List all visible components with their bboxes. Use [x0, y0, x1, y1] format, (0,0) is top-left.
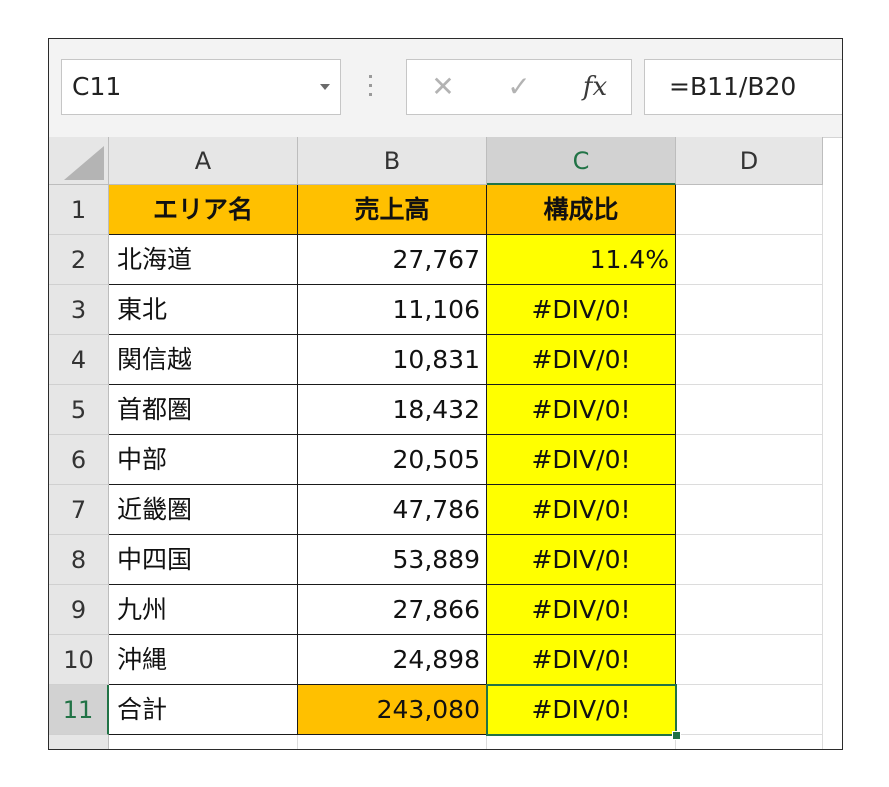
cell-d3[interactable] — [676, 285, 823, 335]
column-header-b[interactable]: B — [298, 137, 487, 185]
cell-partial-d[interactable] — [676, 735, 823, 749]
formula-bar: C11 ✕ ✓ fx =B11/B20 — [49, 39, 842, 138]
cell-b3[interactable]: 11,106 — [298, 285, 487, 335]
cell-b7[interactable]: 47,786 — [298, 485, 487, 535]
cell-a5[interactable]: 首都圏 — [109, 385, 298, 435]
cell-a1[interactable]: エリア名 — [109, 185, 298, 235]
cell-c8[interactable]: #DIV/0! — [487, 535, 676, 585]
cell-b9[interactable]: 27,866 — [298, 585, 487, 635]
cell-c1[interactable]: 構成比 — [487, 185, 676, 235]
cell-b4[interactable]: 10,831 — [298, 335, 487, 385]
cell-a7[interactable]: 近畿圏 — [109, 485, 298, 535]
cell-c7[interactable]: #DIV/0! — [487, 485, 676, 535]
row-header-4[interactable]: 4 — [49, 335, 109, 385]
column-header-d[interactable]: D — [676, 137, 823, 185]
cell-c6[interactable]: #DIV/0! — [487, 435, 676, 485]
cell-partial-c[interactable] — [487, 735, 676, 749]
column-header-a[interactable]: A — [109, 137, 298, 185]
cell-c9[interactable]: #DIV/0! — [487, 585, 676, 635]
row-header-1[interactable]: 1 — [49, 185, 109, 235]
cell-d8[interactable] — [676, 535, 823, 585]
formula-input[interactable]: =B11/B20 — [644, 59, 842, 115]
row-header-3[interactable]: 3 — [49, 285, 109, 335]
cell-a9[interactable]: 九州 — [109, 585, 298, 635]
row-header-2[interactable]: 2 — [49, 235, 109, 285]
cell-partial-b[interactable] — [298, 735, 487, 749]
formula-buttons: ✕ ✓ fx — [406, 59, 632, 115]
cell-a6[interactable]: 中部 — [109, 435, 298, 485]
row-header-9[interactable]: 9 — [49, 585, 109, 635]
select-all-icon — [64, 146, 104, 180]
select-all-button[interactable] — [49, 137, 109, 185]
cell-d1[interactable] — [676, 185, 823, 235]
enter-icon[interactable]: ✓ — [489, 60, 549, 114]
row-header-10[interactable]: 10 — [49, 635, 109, 685]
cell-c2[interactable]: 11.4% — [487, 235, 676, 285]
cell-b8[interactable]: 53,889 — [298, 535, 487, 585]
cell-a3[interactable]: 東北 — [109, 285, 298, 335]
cell-b6[interactable]: 20,505 — [298, 435, 487, 485]
cell-c3[interactable]: #DIV/0! — [487, 285, 676, 335]
row-header-7[interactable]: 7 — [49, 485, 109, 535]
cell-c4[interactable]: #DIV/0! — [487, 335, 676, 385]
row-header-partial[interactable] — [49, 735, 109, 749]
row-header-11[interactable]: 11 — [49, 685, 109, 735]
cell-a10[interactable]: 沖縄 — [109, 635, 298, 685]
cell-partial-a[interactable] — [109, 735, 298, 749]
cell-d5[interactable] — [676, 385, 823, 435]
cell-b5[interactable]: 18,432 — [298, 385, 487, 435]
cell-a2[interactable]: 北海道 — [109, 235, 298, 285]
formula-value: =B11/B20 — [669, 72, 797, 101]
cell-b2[interactable]: 27,767 — [298, 235, 487, 285]
name-box[interactable]: C11 — [61, 59, 341, 115]
cell-c11[interactable]: #DIV/0! — [487, 685, 676, 735]
cell-b1[interactable]: 売上高 — [298, 185, 487, 235]
row-header-8[interactable]: 8 — [49, 535, 109, 585]
cell-c5[interactable]: #DIV/0! — [487, 385, 676, 435]
insert-function-button[interactable]: fx — [565, 60, 625, 114]
cell-d11[interactable] — [676, 685, 823, 735]
cell-a4[interactable]: 関信越 — [109, 335, 298, 385]
cell-d9[interactable] — [676, 585, 823, 635]
cell-a11[interactable]: 合計 — [109, 685, 298, 735]
cancel-icon[interactable]: ✕ — [413, 60, 473, 114]
name-box-value: C11 — [72, 72, 122, 101]
row-header-5[interactable]: 5 — [49, 385, 109, 435]
cell-d2[interactable] — [676, 235, 823, 285]
cell-c10[interactable]: #DIV/0! — [487, 635, 676, 685]
excel-window: C11 ✕ ✓ fx =B11/B20 A B C D 1 エリア名 売上高 構成比 2 北海道 2… — [48, 38, 843, 750]
cell-b11[interactable]: 243,080 — [298, 685, 487, 735]
row-header-6[interactable]: 6 — [49, 435, 109, 485]
column-header-c[interactable]: C — [487, 137, 676, 185]
drag-handle-icon[interactable] — [369, 75, 373, 99]
chevron-down-icon[interactable] — [320, 84, 330, 90]
fill-handle[interactable] — [672, 731, 681, 740]
cell-d7[interactable] — [676, 485, 823, 535]
cell-d4[interactable] — [676, 335, 823, 385]
cell-d6[interactable] — [676, 435, 823, 485]
cell-b10[interactable]: 24,898 — [298, 635, 487, 685]
cell-d10[interactable] — [676, 635, 823, 685]
cell-a8[interactable]: 中四国 — [109, 535, 298, 585]
